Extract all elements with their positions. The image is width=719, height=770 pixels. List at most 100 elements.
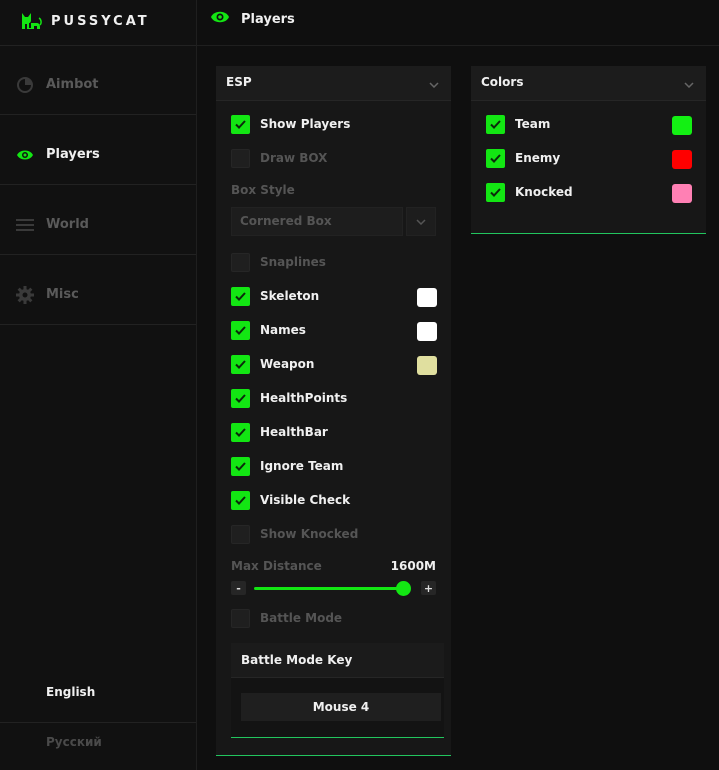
team-checkbox[interactable] — [486, 114, 505, 134]
show-players-checkbox[interactable] — [231, 114, 250, 134]
enemy-color-swatch[interactable] — [672, 150, 692, 169]
battle-mode-key-header: Battle Mode Key — [231, 643, 444, 678]
check-icon — [235, 359, 246, 369]
colors-panel-header[interactable]: Colors — [471, 66, 706, 101]
weapon-color-swatch[interactable] — [417, 356, 437, 375]
max-distance-increase-button[interactable]: + — [421, 581, 436, 595]
sidebar-item-world[interactable]: World — [0, 190, 196, 259]
checkbox-label: Weapon — [260, 357, 315, 371]
logo: PUSSYCAT — [20, 11, 150, 31]
healthpoints-checkbox[interactable] — [231, 388, 250, 408]
draw-box-row[interactable]: Draw BOX — [231, 148, 327, 168]
sidebar-item-label: World — [46, 217, 89, 232]
check-icon — [490, 187, 501, 197]
sidebar-item-label: Aimbot — [46, 77, 99, 92]
max-distance-slider-track[interactable] — [254, 587, 404, 590]
max-distance-slider-handle[interactable] — [396, 581, 411, 596]
knocked-color-swatch[interactable] — [672, 184, 692, 203]
sidebar-item-aimbot[interactable]: Aimbot — [0, 50, 196, 119]
check-icon — [235, 325, 246, 335]
ignore-team-row[interactable]: Ignore Team — [231, 456, 343, 476]
top-bar: Players — [197, 0, 719, 46]
box-style-dropdown-button[interactable] — [406, 207, 436, 236]
healthpoints-row[interactable]: HealthPoints — [231, 388, 347, 408]
esp-panel: ESP Show Players Draw BOX Box Style Corn… — [216, 66, 451, 756]
battle-mode-key-title: Battle Mode Key — [241, 653, 353, 667]
battle-mode-row[interactable]: Battle Mode — [231, 608, 342, 628]
healthbar-checkbox[interactable] — [231, 422, 250, 442]
checkbox-label: Show Knocked — [260, 527, 359, 541]
skeleton-checkbox[interactable] — [231, 286, 250, 306]
sidebar-item-players[interactable]: Players — [0, 120, 196, 189]
visible-check-row[interactable]: Visible Check — [231, 490, 350, 510]
weapon-checkbox[interactable] — [231, 354, 250, 374]
eye-icon — [210, 10, 230, 28]
knocked-row[interactable]: Knocked — [486, 182, 573, 202]
checkbox-label: Visible Check — [260, 493, 351, 507]
visible-check-checkbox[interactable] — [231, 490, 250, 510]
ignore-team-checkbox[interactable] — [231, 456, 250, 476]
sidebar-item-misc[interactable]: Misc — [0, 260, 196, 329]
esp-panel-header[interactable]: ESP — [216, 66, 451, 101]
sidebar: PUSSYCAT Aimbot Players World Misc Engli… — [0, 0, 197, 770]
box-style-label: Box Style — [231, 183, 295, 197]
panel-title: Colors — [481, 75, 524, 89]
checkbox-label: Snaplines — [260, 255, 326, 269]
check-icon — [235, 495, 246, 505]
show-knocked-checkbox[interactable] — [231, 524, 250, 544]
enemy-checkbox[interactable] — [486, 148, 505, 168]
sidebar-item-label: Misc — [46, 287, 79, 302]
battle-mode-checkbox[interactable] — [231, 608, 250, 628]
check-icon — [235, 427, 246, 437]
checkbox-label: Names — [260, 323, 306, 337]
language-russian[interactable]: Русский — [46, 735, 102, 749]
battle-mode-key-button[interactable]: Mouse 4 — [241, 693, 441, 721]
max-distance-decrease-button[interactable]: - — [231, 581, 246, 595]
draw-box-checkbox[interactable] — [231, 148, 250, 168]
check-icon — [235, 461, 246, 471]
team-row[interactable]: Team — [486, 114, 550, 134]
chevron-down-icon[interactable] — [429, 77, 439, 92]
checkbox-label: Ignore Team — [260, 459, 344, 473]
healthbar-row[interactable]: HealthBar — [231, 422, 328, 442]
select-value: Cornered Box — [240, 214, 332, 228]
skeleton-row[interactable]: Skeleton — [231, 286, 319, 306]
colors-panel: Colors Team Enemy Knocked — [471, 66, 706, 234]
divider — [0, 114, 196, 115]
checkbox-label: Show Players — [260, 117, 351, 131]
show-knocked-row[interactable]: Show Knocked — [231, 524, 358, 544]
check-icon — [235, 119, 246, 129]
snaplines-checkbox[interactable] — [231, 252, 250, 272]
box-style-select[interactable]: Cornered Box — [231, 207, 403, 236]
weapon-row[interactable]: Weapon — [231, 354, 314, 374]
language-english[interactable]: English — [46, 685, 95, 699]
snaplines-row[interactable]: Snaplines — [231, 252, 326, 272]
gear-icon — [16, 285, 34, 304]
checkbox-label: Skeleton — [260, 289, 320, 303]
menu-lines-icon — [16, 216, 34, 234]
chevron-down-icon[interactable] — [684, 77, 694, 92]
pie-chart-icon — [16, 76, 34, 94]
app-name: PUSSYCAT — [51, 13, 150, 29]
checkbox-label: Knocked — [515, 185, 573, 199]
divider — [0, 722, 196, 723]
checkbox-label: HealthBar — [260, 425, 328, 439]
checkbox-label: HealthPoints — [260, 391, 348, 405]
max-distance-value: 1600M — [390, 559, 436, 573]
check-icon — [490, 119, 501, 129]
battle-mode-key-box: Battle Mode Key Mouse 4 — [231, 643, 444, 738]
chevron-down-icon — [416, 218, 426, 225]
names-checkbox[interactable] — [231, 320, 250, 340]
eye-icon — [16, 146, 34, 164]
show-players-row[interactable]: Show Players — [231, 114, 350, 134]
check-icon — [235, 291, 246, 301]
max-distance-label: Max Distance — [231, 559, 322, 573]
enemy-row[interactable]: Enemy — [486, 148, 560, 168]
checkbox-label: Team — [515, 117, 551, 131]
team-color-swatch[interactable] — [672, 116, 692, 135]
divider — [0, 45, 196, 46]
names-color-swatch[interactable] — [417, 322, 437, 341]
knocked-checkbox[interactable] — [486, 182, 505, 202]
names-row[interactable]: Names — [231, 320, 306, 340]
skeleton-color-swatch[interactable] — [417, 288, 437, 307]
